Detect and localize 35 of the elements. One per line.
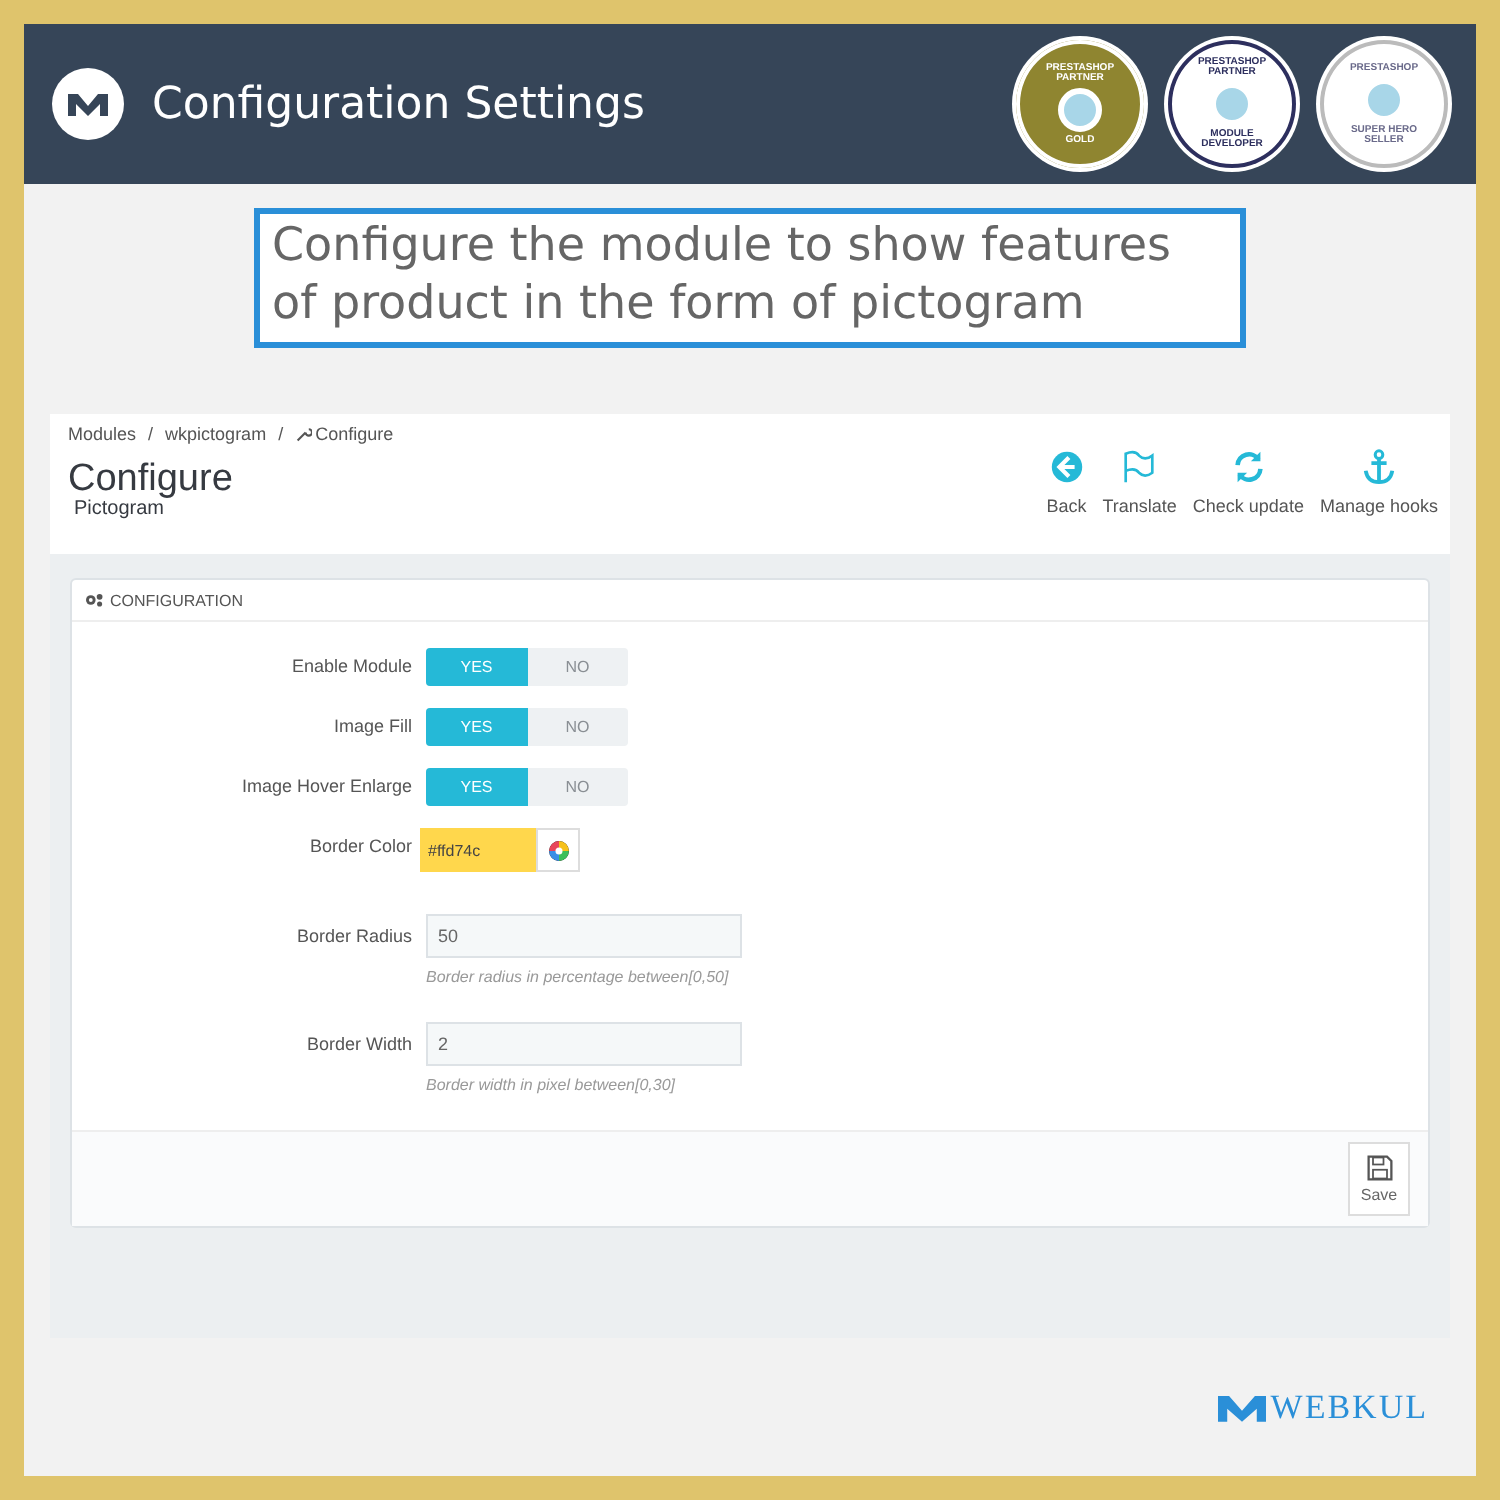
- anchor-icon: [1359, 448, 1398, 486]
- breadcrumb-link[interactable]: Configure: [315, 424, 394, 444]
- field-label: Border Width: [304, 1032, 412, 1059]
- back-icon: [1047, 448, 1086, 486]
- field-label: Image Fill: [331, 714, 412, 741]
- refresh-icon: [1229, 448, 1268, 486]
- toolbar-button[interactable]: Check update: [1192, 448, 1304, 516]
- text-input[interactable]: 2: [426, 1022, 742, 1067]
- field-label: Enable Module: [289, 654, 412, 681]
- panel-heading: CONFIGURATION: [110, 591, 244, 610]
- header-title: Configuration Settings: [152, 79, 647, 129]
- brand-name: WEBKUL: [1270, 1387, 1428, 1427]
- breadcrumb-link[interactable]: wkpictogram: [165, 424, 267, 444]
- toolbar-button[interactable]: Manage hooks: [1319, 448, 1438, 516]
- field-label: Border Radius: [294, 924, 412, 951]
- color-input[interactable]: #ffd74c: [420, 828, 536, 873]
- save-button[interactable]: Save: [1348, 1142, 1410, 1217]
- callout-text: Configure the module to show features of product in the form of pictogram: [254, 208, 1246, 348]
- help-text: Border width in pixel between[0,30]: [426, 1076, 678, 1095]
- help-text: Border radius in percentage between[0,50]: [426, 968, 731, 987]
- toolbar-button[interactable]: Back: [1046, 448, 1087, 516]
- toolbar-button[interactable]: Translate: [1102, 448, 1177, 516]
- page-title: Configure: [68, 460, 235, 500]
- flag-icon: [1120, 448, 1159, 486]
- text-input[interactable]: 50: [426, 914, 742, 959]
- page-subtitle: Pictogram: [74, 500, 167, 520]
- logo-icon: [52, 68, 124, 140]
- color-wheel-icon: [547, 839, 569, 862]
- breadcrumb-separator: /: [148, 424, 154, 444]
- breadcrumb-separator: /: [278, 424, 284, 444]
- field-label: Border Color: [307, 834, 412, 861]
- brand-logo-icon: [1218, 1390, 1267, 1424]
- field-label: Image Hover Enlarge: [239, 774, 412, 801]
- color-picker-button[interactable]: [536, 828, 580, 873]
- breadcrumb-link[interactable]: Modules: [68, 424, 137, 444]
